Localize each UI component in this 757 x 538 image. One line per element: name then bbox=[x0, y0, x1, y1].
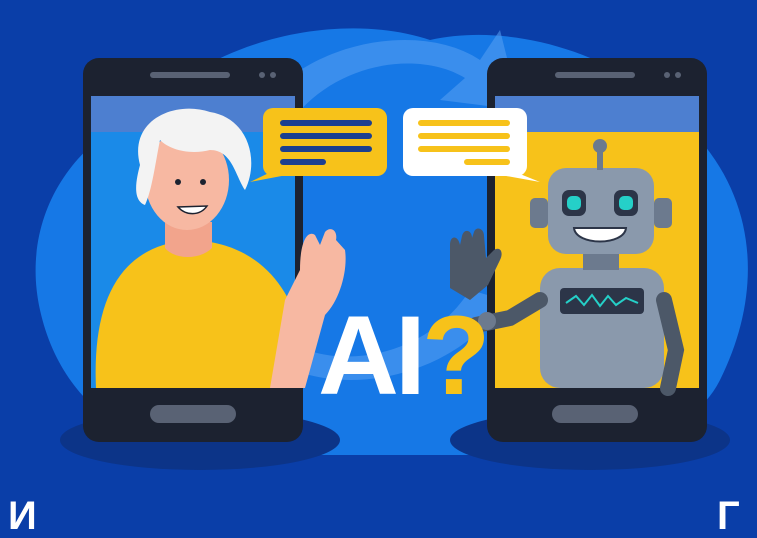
question-mark: ? bbox=[422, 293, 490, 418]
illustration-canvas bbox=[0, 0, 757, 517]
ai-text: AI bbox=[318, 293, 426, 418]
caption-left-fragment: И bbox=[8, 494, 37, 538]
right-phone-home-button bbox=[552, 405, 638, 423]
illustration-scene: AI? И Г bbox=[0, 0, 757, 536]
right-speech-bubble bbox=[403, 108, 540, 182]
ai-question-badge: AI? bbox=[318, 300, 490, 412]
caption-right-fragment: Г bbox=[717, 494, 740, 538]
left-speech-bubble bbox=[250, 108, 387, 182]
left-phone-home-button bbox=[150, 405, 236, 423]
